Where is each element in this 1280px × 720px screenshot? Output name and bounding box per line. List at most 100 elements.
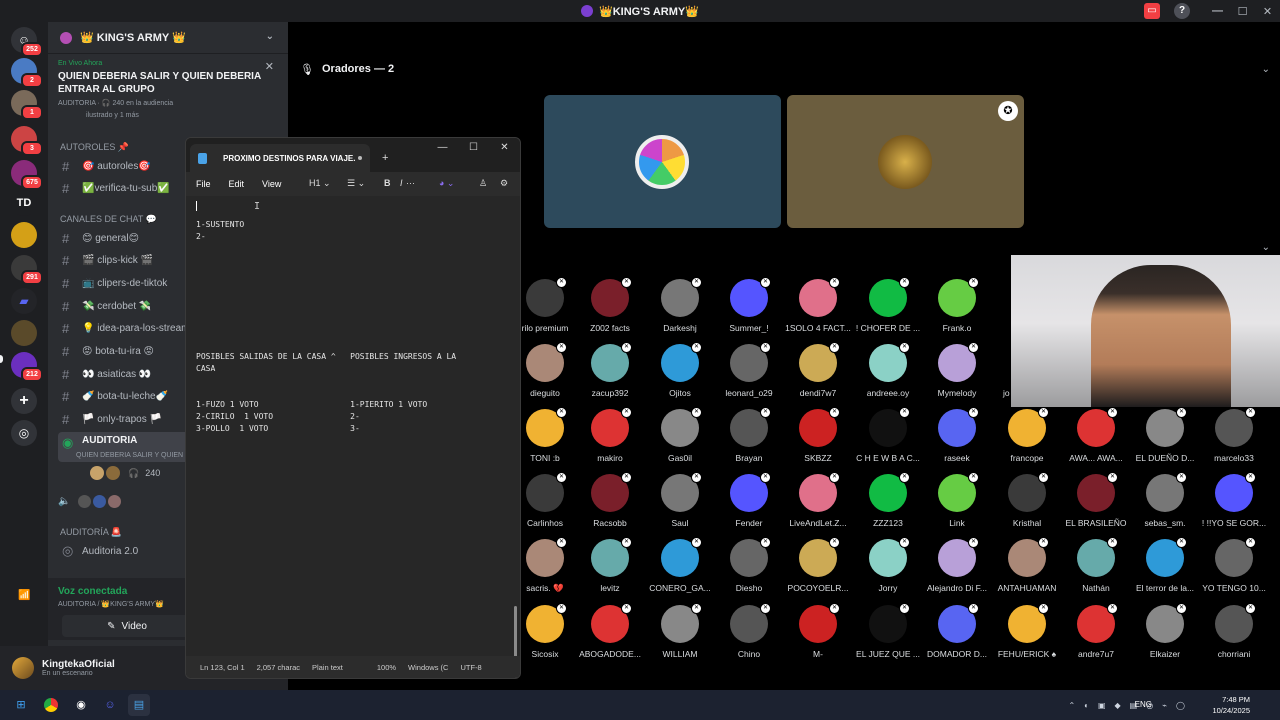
audience-member[interactable]: ✕ ANTAHUAMAN [992,537,1062,601]
help-icon[interactable]: ? [1174,3,1190,19]
video-button[interactable]: ✎ Video [62,615,192,637]
audience-member[interactable]: ✕ Brayan [714,407,784,471]
audience-member[interactable]: ✕ levitz [575,537,645,601]
audience-member[interactable]: ✕ Mymelody [922,342,992,406]
server-icon-5[interactable] [11,222,37,248]
audience-member[interactable]: ✕ ! CHOFER DE ... [853,277,923,341]
audience-member[interactable]: ✕ FEHU/ERICK ♠ [992,603,1062,667]
server-icon-3[interactable]: 3 [11,126,43,156]
extra-name[interactable]: jo [1003,388,1010,398]
audience-member[interactable]: ✕ marcelo33 [1199,407,1269,471]
audience-member[interactable]: ✕ andreee.oy [853,342,923,406]
server-icon-7[interactable] [11,320,37,346]
audience-member[interactable]: ✕ El terror de la... [1130,537,1200,601]
chevron-down-icon[interactable]: ⌄ [1262,64,1270,75]
windows-start-icon[interactable]: ⊞ [10,694,32,716]
audience-member[interactable]: ✕ Diesho [714,537,784,601]
format-mode[interactable]: Plain text [312,663,343,672]
audience-member[interactable]: ✕ Gas0il [645,407,715,471]
chevron-down-icon[interactable]: ⌄ [1262,242,1270,253]
maximize-button[interactable]: ☐ [458,138,489,162]
audience-member[interactable]: ✕ SKBZZ [783,407,853,471]
audience-member[interactable]: ✕ EL DUEÑO D... [1130,407,1200,471]
audience-member[interactable]: ✕ Racsobb [575,472,645,536]
audience-member[interactable]: ✕ Jorry [853,537,923,601]
menu-edit[interactable]: Edit [229,179,245,189]
minimize-button[interactable]: — [1205,5,1230,17]
audience-member[interactable]: ✕ 1SOLO 4 FACT... [783,277,853,341]
category-autoroles[interactable]: AUTOROLES 📌 [60,142,129,153]
audience-member[interactable]: ✕ chorriani [1199,603,1269,667]
settings-icon[interactable]: ⚙ [500,178,508,189]
chevron-down-icon[interactable]: ⌄ [266,31,274,42]
speaker-tile-1[interactable] [544,95,781,228]
audience-member[interactable]: ✕ Chino [714,603,784,667]
audience-member[interactable]: ✕ Saul [645,472,715,536]
language-indicator[interactable]: ENG [1135,700,1152,709]
notepad-text-area[interactable]: I 1-SUSTENTO 2- POSIBLES SALIDAS DE LA C… [186,196,520,678]
audience-member[interactable]: ✕ ZZZ123 [853,472,923,536]
audience-member[interactable]: ✕ Link [922,472,992,536]
audience-member[interactable]: ✕ M- [783,603,853,667]
audience-member[interactable]: ✕ Fender [714,472,784,536]
menu-view[interactable]: View [262,179,281,189]
tray-icons[interactable]: ⌃◐▣◆▤◎⌁◯ [1068,701,1194,710]
audience-member[interactable]: ✕ C H E W B A C... [853,407,923,471]
audience-member[interactable]: ✕ ! !!YO SE GOR... [1199,472,1269,536]
live-stage-banner[interactable]: En Vivo Ahora QUIEN DEBERIA SALIR Y QUIE… [48,54,288,134]
audience-member[interactable]: ✕ POCOYOELR... [783,537,853,601]
audience-member[interactable]: ✕ Nathán [1061,537,1131,601]
audience-member[interactable]: ✕ makiro [575,407,645,471]
obs-icon[interactable]: ◉ [70,694,92,716]
server-header[interactable]: 👑 KING'S ARMY 👑 ⌄ [48,22,288,54]
audience-member[interactable]: ✕ Darkeshj [645,277,715,341]
server-icon-1[interactable]: 2 [11,58,43,88]
list-icon[interactable]: ☰ ⌄ [347,178,365,189]
copilot-icon[interactable]: ◕ ⌄ [439,178,454,189]
audience-member[interactable]: ✕ WILLIAM [645,603,715,667]
server-icon-2[interactable]: 1 [11,90,43,120]
category-auditoria[interactable]: AUDITORÍA 🚨 [60,527,122,538]
close-window-button[interactable]: ✕ [1255,5,1280,18]
audience-member[interactable]: ✕ Frank.o [922,277,992,341]
audience-member[interactable]: ✕ sebas_sm. [1130,472,1200,536]
server-icon-4[interactable]: 675 [11,160,43,190]
audience-member[interactable]: ✕ DOMADOR D... [922,603,992,667]
audience-member[interactable]: ✕ ABOGADODE... [575,603,645,667]
notepad-window[interactable]: PROXIMO DESTINOS PARA VIAJE. + — ☐ ✕ Fil… [185,137,521,679]
audience-member[interactable]: ✕ leonard_o29 [714,342,784,406]
audience-member[interactable]: ✕ andre7u7 [1061,603,1131,667]
notepad-tab[interactable]: PROXIMO DESTINOS PARA VIAJE. [190,144,370,172]
server-icon-6[interactable]: 291 [11,255,43,285]
audience-member[interactable]: ✕ Kristhal [992,472,1062,536]
audience-member[interactable]: ✕ YO TENGO 10... [1199,537,1269,601]
category-chat[interactable]: CANALES DE CHAT 💬 [60,214,157,225]
maximize-button[interactable]: ☐ [1230,5,1255,18]
add-server-icon[interactable]: + [11,388,37,414]
folder-icon[interactable]: ▰ [11,288,37,314]
audience-member[interactable]: ✕ Alejandro Di F... [922,537,992,601]
audience-member[interactable]: ✕ zacup392 [575,342,645,406]
audience-member[interactable]: ✕ EL JUEZ QUE ... [853,603,923,667]
audience-member[interactable]: ✕ dendi7w7 [783,342,853,406]
audience-member[interactable]: ✕ francope [992,407,1062,471]
direct-messages-button[interactable]: ☺ 252 [11,27,43,57]
heading-dropdown[interactable]: H1 ⌄ [309,178,331,189]
server-icon-td[interactable]: TD [11,190,37,216]
new-tab-button[interactable]: + [382,152,388,164]
audience-member[interactable]: ✕ Z002 facts [575,277,645,341]
audience-member[interactable]: ✕ Ojitos [645,342,715,406]
close-window-button[interactable]: ✕ [489,138,520,162]
audience-member[interactable]: ✕ AWA... AWA... [1061,407,1131,471]
notepad-icon[interactable]: ▤ [128,694,150,716]
chrome-icon[interactable] [40,694,62,716]
more-icon[interactable]: ··· [406,178,415,188]
audience-member[interactable]: ✕ Elkaizer [1130,603,1200,667]
explore-icon[interactable]: ◎ [11,420,37,446]
menu-file[interactable]: File [196,179,211,189]
audience-member[interactable]: ✕ raseek [922,407,992,471]
server-icon-kings-army[interactable]: 212 [11,352,43,382]
inbox-icon[interactable]: ▭ [1144,3,1160,19]
close-icon[interactable]: ✕ [265,60,274,73]
discord-icon[interactable]: ☺ [99,694,121,716]
